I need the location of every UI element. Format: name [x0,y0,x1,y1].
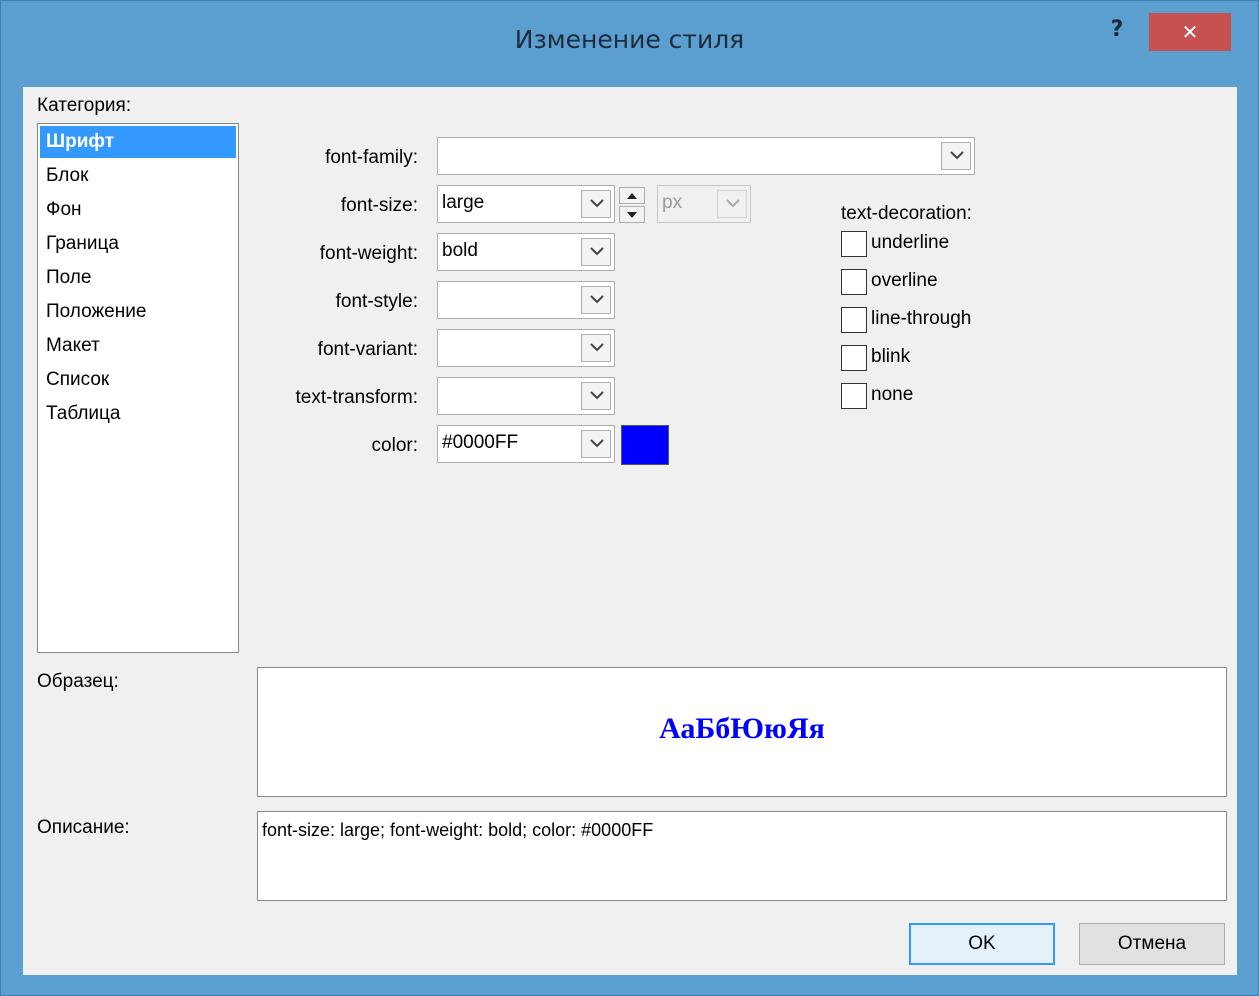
font-family-label: font-family: [325,147,418,168]
checkbox-box[interactable] [841,345,867,371]
text-transform-label: text-transform: [295,387,418,408]
font-style-dropdown-arrow[interactable] [581,286,611,314]
font-size-label: font-size: [340,195,418,216]
sample-text: АаБбЮюЯя [659,712,825,745]
font-style-combo[interactable] [437,281,615,319]
arrow-down-icon [627,212,637,218]
description-label: Описание: [37,817,130,838]
font-variant-dropdown-arrow[interactable] [581,334,611,362]
chevron-down-icon [590,199,604,208]
color-swatch[interactable] [621,425,669,465]
chevron-down-icon [726,199,740,208]
color-combo[interactable]: #0000FF [437,425,615,463]
checkbox-box[interactable] [841,307,867,333]
spin-up-button[interactable] [619,187,645,204]
checkbox-label: underline [871,232,950,253]
window-title: Изменение стиля [514,25,745,54]
checkbox-box[interactable] [841,383,867,409]
font-size-dropdown-arrow[interactable] [581,190,611,218]
font-size-unit-combo[interactable]: px [657,185,751,223]
dialog-body: Категория: Шрифт Блок Фон Граница Поле П… [23,87,1237,975]
help-button[interactable]: ? [1099,13,1135,47]
font-family-combo[interactable] [437,137,975,175]
checkbox-box[interactable] [841,231,867,257]
chevron-down-icon [590,391,604,400]
color-dropdown-arrow[interactable] [581,430,611,458]
checkbox-label: line-through [871,308,972,329]
cancel-button[interactable]: Отмена [1079,923,1225,965]
font-size-unit-value: px [662,192,683,213]
close-icon: ✕ [1181,20,1199,44]
font-weight-label: font-weight: [319,243,418,264]
sample-preview: АаБбЮюЯя [257,667,1227,797]
arrow-up-icon [627,193,637,199]
title-bar[interactable]: Изменение стиля ? ✕ [1,1,1258,87]
font-weight-value: bold [442,240,478,261]
font-family-dropdown-arrow[interactable] [941,142,971,170]
font-variant-label: font-variant: [317,339,418,360]
font-size-combo[interactable]: large [437,185,615,223]
font-weight-dropdown-arrow[interactable] [581,238,611,266]
font-size-spinner[interactable] [619,187,649,223]
checkbox-label: overline [871,270,938,291]
category-label: Категория: [37,95,132,116]
spin-down-button[interactable] [619,206,645,223]
text-decoration-label: text-decoration: [841,203,972,224]
sample-label: Образец: [37,671,119,692]
font-style-label: font-style: [335,291,418,312]
style-dialog-window: Изменение стиля ? ✕ Категория: Шрифт Бло… [0,0,1259,996]
chevron-down-icon [590,343,604,352]
chevron-down-icon [950,151,964,160]
checkbox-label: blink [871,346,911,367]
close-button[interactable]: ✕ [1149,13,1231,51]
unit-dropdown-arrow[interactable] [717,190,747,218]
checkbox-box[interactable] [841,269,867,295]
category-item-box[interactable]: Поле [40,262,236,294]
chevron-down-icon [590,295,604,304]
description-box: font-size: large; font-weight: bold; col… [257,811,1227,901]
chevron-down-icon [590,247,604,256]
font-variant-combo[interactable] [437,329,615,367]
font-weight-combo[interactable]: bold [437,233,615,271]
checkbox-label: none [871,384,914,405]
ok-button[interactable]: OK [909,923,1055,965]
text-transform-dropdown-arrow[interactable] [581,382,611,410]
color-label: color: [371,435,418,456]
color-value: #0000FF [442,432,519,453]
font-size-value: large [442,192,485,213]
chevron-down-icon [590,439,604,448]
text-transform-combo[interactable] [437,377,615,415]
